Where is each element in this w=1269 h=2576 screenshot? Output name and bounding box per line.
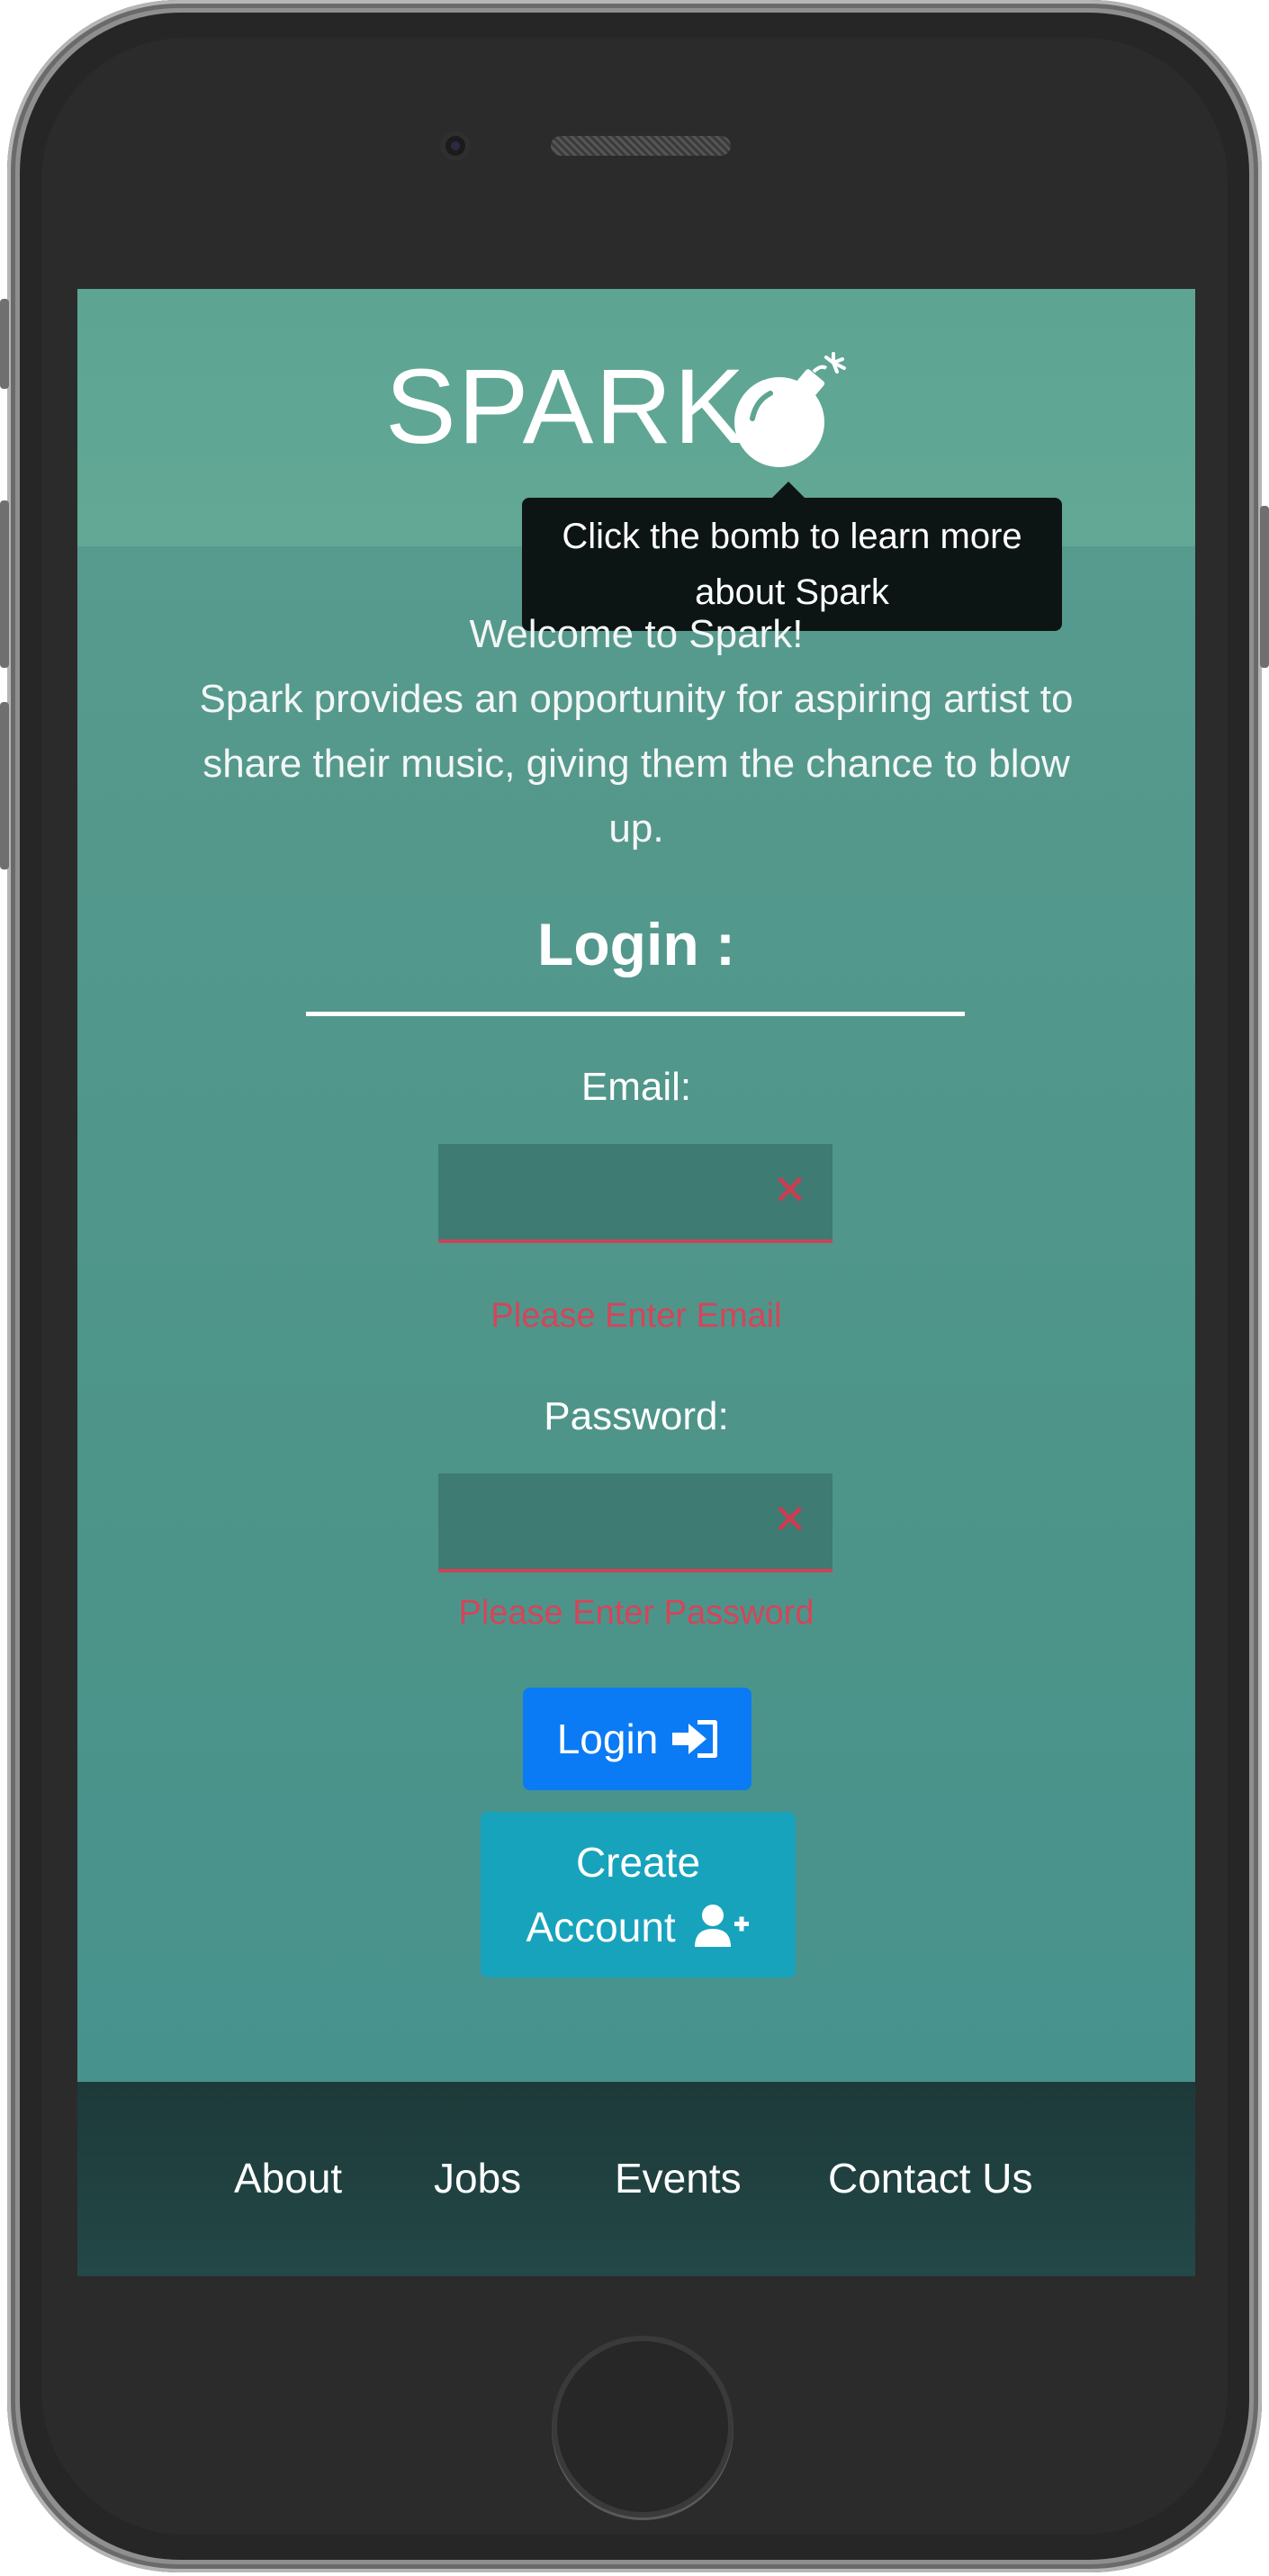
earpiece-speaker — [551, 136, 731, 156]
clear-icon: ✕ — [772, 1166, 807, 1213]
intro-line-1: Spark provides an opportunity for aspiri… — [199, 677, 1074, 721]
email-error: Please Enter Email — [490, 1297, 782, 1335]
intro-line-2: share their music, giving them the chanc… — [202, 742, 1070, 786]
footer-nav: About Jobs Events Contact Us — [77, 2082, 1195, 2276]
bomb-icon[interactable] — [733, 350, 853, 471]
front-camera — [440, 131, 471, 161]
create-account-line-2-text: Account — [526, 1904, 676, 1950]
volume-down-button — [0, 702, 9, 869]
login-title: Login : — [537, 911, 735, 977]
clear-icon: ✕ — [772, 1496, 807, 1543]
password-error: Please Enter Password — [458, 1594, 814, 1632]
volume-up-button — [0, 500, 9, 668]
login-button-label: Login — [556, 1716, 659, 1762]
user-plus-icon — [694, 1905, 749, 1947]
email-label: Email: — [580, 1065, 692, 1109]
home-button[interactable] — [552, 2336, 734, 2517]
create-account-line-1: Create — [575, 1839, 701, 1886]
password-label: Password: — [544, 1394, 729, 1438]
email-field[interactable]: ✕ — [438, 1144, 832, 1243]
phone-frame: SPARK Click the bomb to learn more about… — [0, 0, 1269, 2572]
create-account-button[interactable]: Create Account — [481, 1812, 796, 1977]
footer-link-jobs[interactable]: Jobs — [434, 2154, 521, 2202]
app-screen: SPARK Click the bomb to learn more about… — [77, 289, 1195, 2276]
power-button — [1260, 506, 1269, 668]
tooltip-line-1: Click the bomb to learn more — [562, 517, 1022, 556]
title-divider — [306, 1012, 965, 1016]
sign-in-icon — [672, 1720, 718, 1758]
password-field[interactable]: ✕ — [438, 1473, 832, 1572]
intro-line-3: up. — [608, 806, 664, 851]
create-account-line-2: Account — [481, 1895, 796, 1959]
footer-link-about[interactable]: About — [234, 2154, 342, 2202]
footer-link-contact-us[interactable]: Contact Us — [828, 2154, 1033, 2202]
mute-switch — [0, 299, 9, 389]
footer-link-events[interactable]: Events — [615, 2154, 742, 2202]
logo-text: SPARK — [385, 347, 747, 466]
login-button[interactable]: Login — [523, 1688, 752, 1790]
welcome-heading: Welcome to Spark! — [469, 612, 804, 656]
